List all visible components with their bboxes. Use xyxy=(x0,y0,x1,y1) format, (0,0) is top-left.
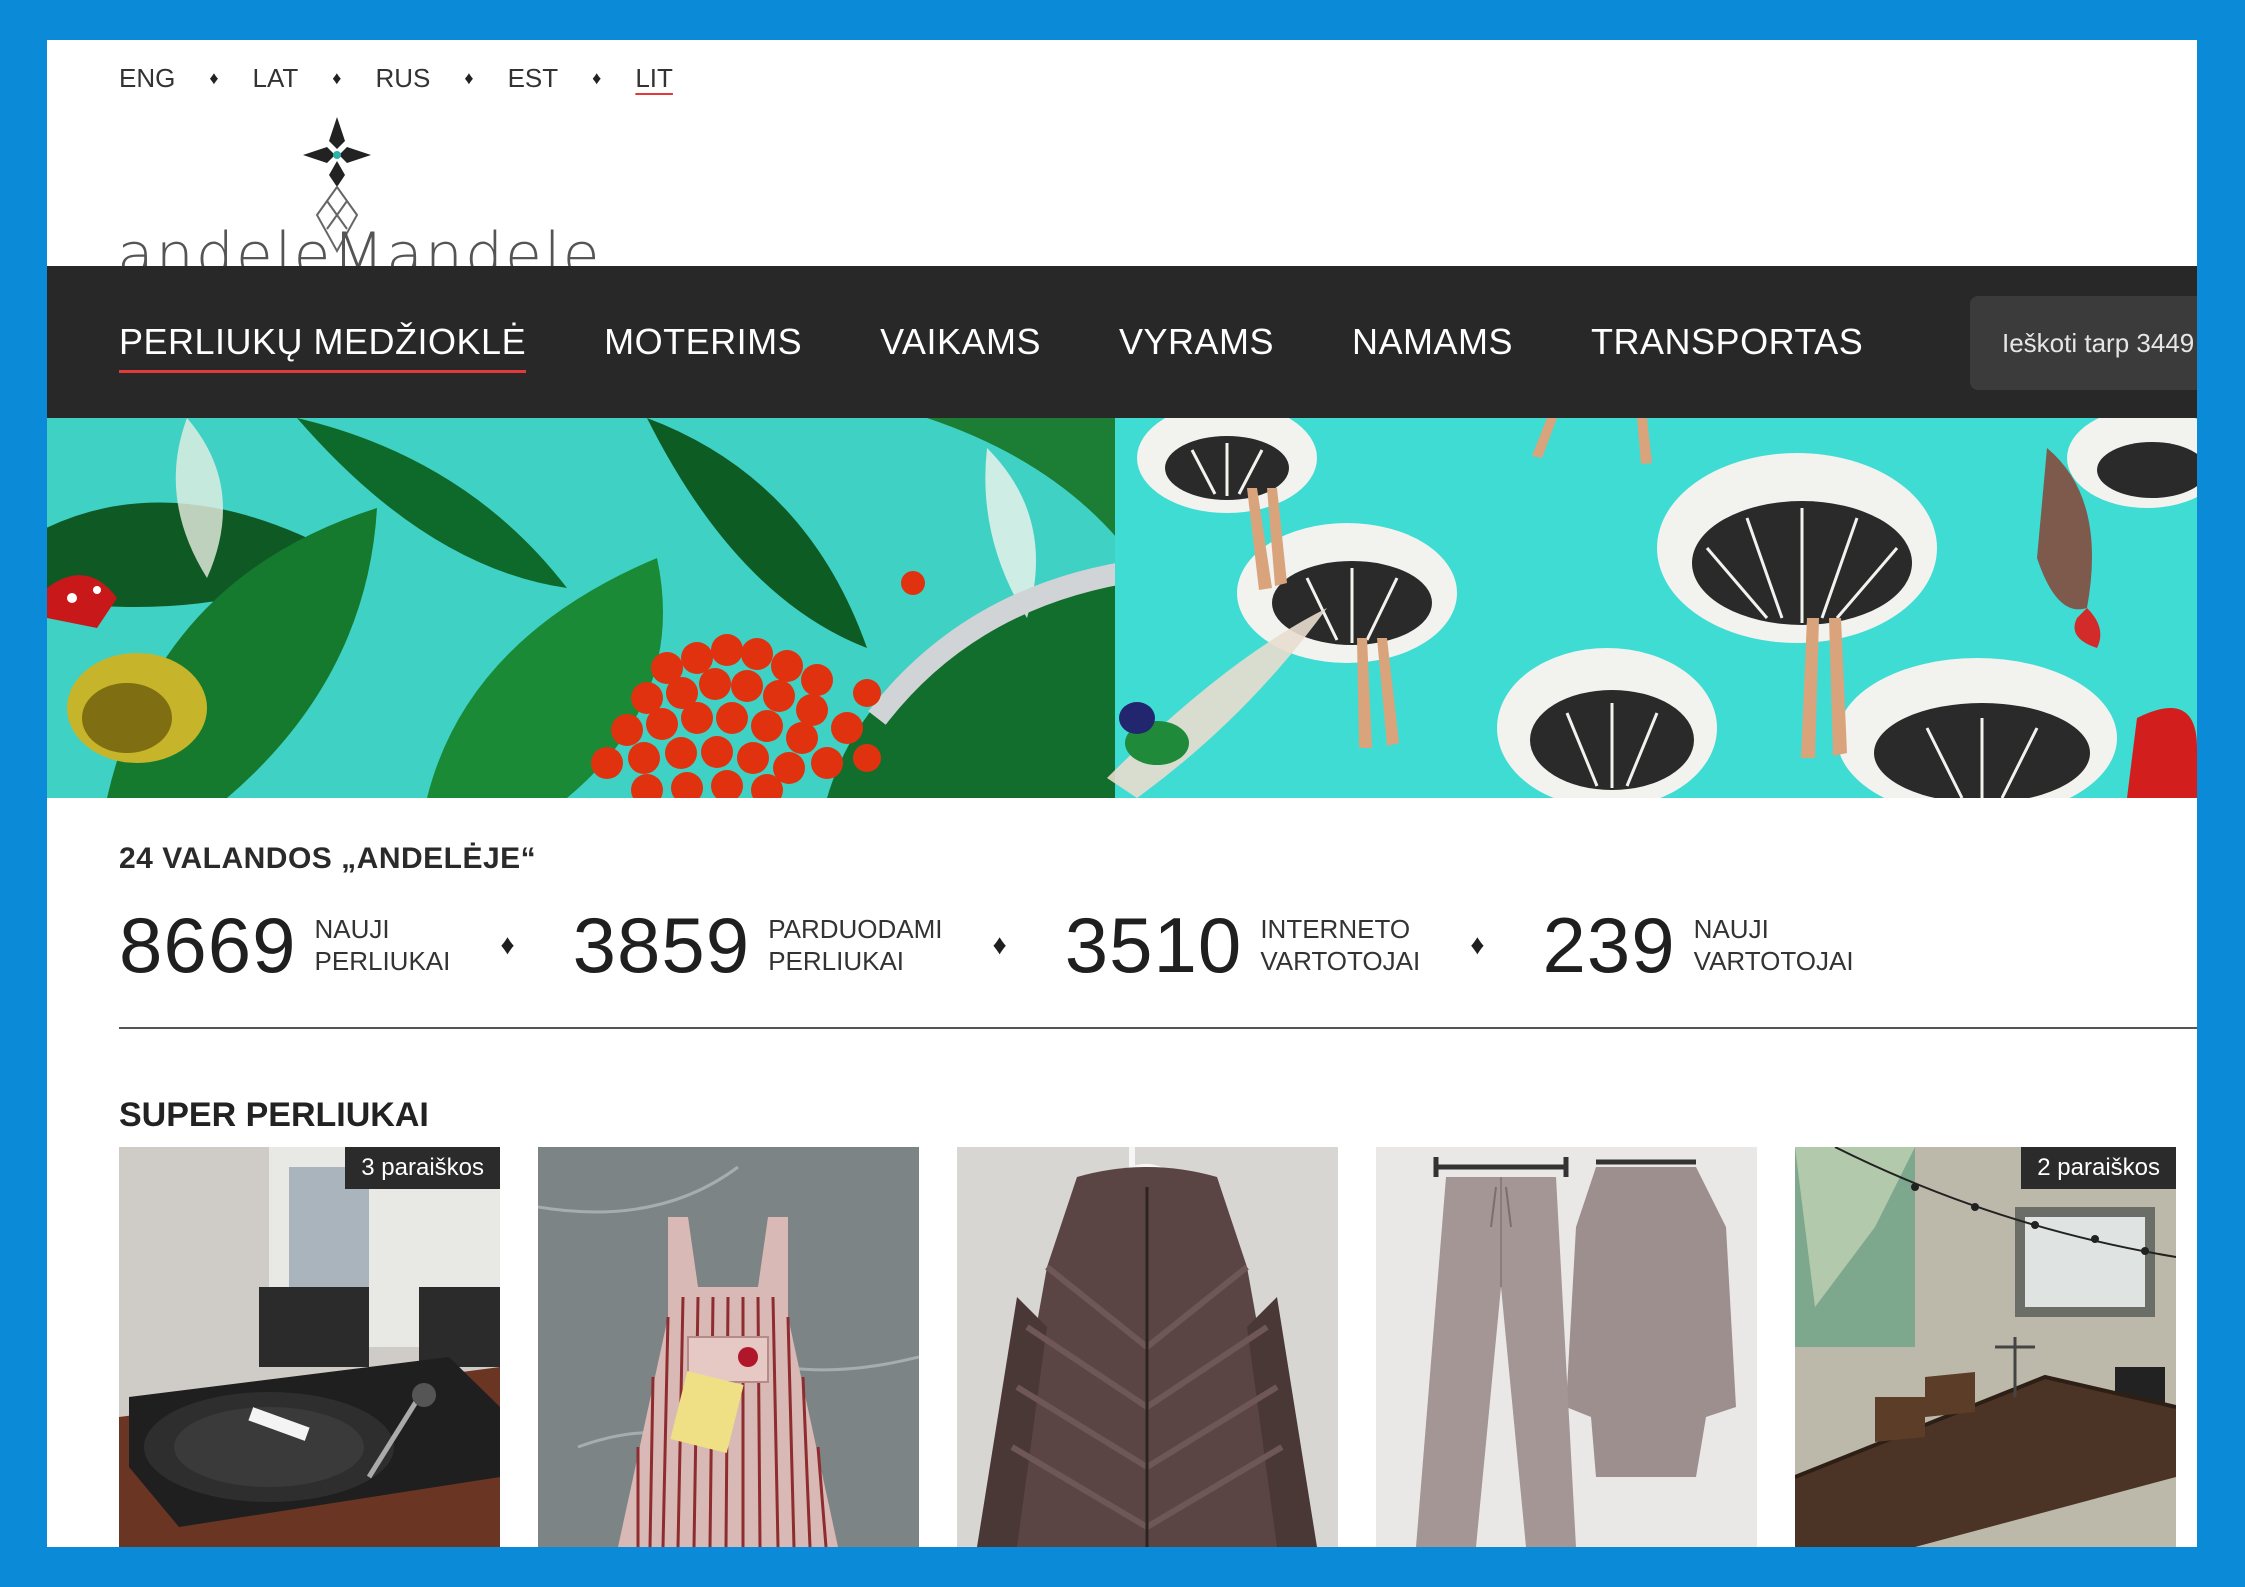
stat-new-users: 239 NAUJI VARTOTOJAI xyxy=(1543,900,1854,991)
diamond-separator-icon: ♦ xyxy=(209,67,219,88)
nav-item-moterims[interactable]: MOTERIMS xyxy=(604,321,802,363)
hero-banner-image xyxy=(47,418,2197,798)
stat-label-line: VARTOTOJAI xyxy=(1693,946,1854,976)
lang-est[interactable]: EST xyxy=(508,63,559,94)
stats-row: 8669 NAUJI PERLIUKAI ♦ 3859 PARDUODAMI PER… xyxy=(119,895,1854,995)
product-card-dining-room[interactable]: 2 paraiškos xyxy=(1795,1147,2176,1547)
stat-value: 239 xyxy=(1542,900,1676,989)
product-image-turntable xyxy=(119,1147,500,1547)
lang-rus[interactable]: RUS xyxy=(375,63,430,94)
nav-item-perliuku-medziokle[interactable]: PERLIUKŲ MEDŽIOKLĖ xyxy=(119,321,527,373)
stat-value: 3859 xyxy=(572,900,751,989)
stat-label-line: INTERNETO xyxy=(1260,914,1411,944)
diamond-separator-icon: ♦ xyxy=(1470,929,1485,960)
stat-label-line: PERLIUKAI xyxy=(768,946,905,976)
super-section-title: SUPER PERLIUKAI xyxy=(119,1096,429,1134)
diamond-separator-icon: ♦ xyxy=(592,67,602,88)
diamond-separator-icon: ♦ xyxy=(464,67,474,88)
product-image-striped-dress xyxy=(538,1147,919,1547)
stat-label-line: PARDUODAMI xyxy=(768,914,943,944)
lang-eng[interactable]: ENG xyxy=(119,63,175,94)
stat-value: 8669 xyxy=(119,900,297,989)
product-card-turntable[interactable]: 3 paraiškos xyxy=(119,1147,500,1547)
product-grid: 3 paraiškos 2 paraiškos xyxy=(119,1147,2197,1547)
product-card-knit-set[interactable] xyxy=(1376,1147,1757,1547)
stat-label-line: VARTOTOJAI xyxy=(1260,946,1421,976)
stat-label: PARDUODAMI PERLIUKAI xyxy=(768,913,942,977)
stat-label-line: NAUJI xyxy=(314,914,390,944)
page: ENG ♦ LAT ♦ RUS ♦ EST ♦ LIT andeleMandel… xyxy=(47,40,2197,1547)
nav-item-transportas[interactable]: TRANSPORTAS xyxy=(1591,321,1863,363)
diamond-separator-icon: ♦ xyxy=(992,929,1007,960)
hero-banner[interactable] xyxy=(47,418,2197,798)
product-image-fur-jacket xyxy=(957,1147,1338,1547)
main-nav: PERLIUKŲ MEDŽIOKLĖ MOTERIMS VAIKAMS VYRA… xyxy=(47,266,2197,418)
stat-label: INTERNETO VARTOTOJAI xyxy=(1260,913,1420,977)
stat-new-items: 8669 NAUJI PERLIUKAI xyxy=(119,900,450,991)
lang-lit[interactable]: LIT xyxy=(635,63,673,94)
nav-item-vaikams[interactable]: VAIKAMS xyxy=(880,321,1041,363)
nav-item-vyrams[interactable]: VYRAMS xyxy=(1119,321,1274,363)
search-input[interactable] xyxy=(1970,296,2197,390)
product-card-fur-jacket[interactable] xyxy=(957,1147,1338,1547)
stat-label-line: NAUJI xyxy=(1693,914,1769,944)
product-image-knit-set xyxy=(1376,1147,1757,1547)
applications-badge: 3 paraiškos xyxy=(345,1147,500,1189)
stats-title: 24 VALANDOS „ANDELĖJE“ xyxy=(119,842,537,875)
nav-item-namams[interactable]: NAMAMS xyxy=(1352,321,1513,363)
stat-value: 3510 xyxy=(1064,900,1243,989)
stat-online-users: 3510 INTERNETO VARTOTOJAI xyxy=(1065,900,1420,991)
section-divider xyxy=(119,1027,2197,1029)
site-logo[interactable]: andeleMandele xyxy=(117,115,600,290)
stat-label-line: PERLIUKAI xyxy=(314,946,451,976)
product-card-striped-dress[interactable] xyxy=(538,1147,919,1547)
lang-lat[interactable]: LAT xyxy=(253,63,299,94)
product-image-dining-room xyxy=(1795,1147,2176,1547)
stat-label: NAUJI PERLIUKAI xyxy=(315,913,451,977)
stat-label: NAUJI VARTOTOJAI xyxy=(1694,913,1854,977)
language-switcher: ENG ♦ LAT ♦ RUS ♦ EST ♦ LIT xyxy=(119,58,673,98)
diamond-separator-icon: ♦ xyxy=(332,67,342,88)
stat-items-for-sale: 3859 PARDUODAMI PERLIUKAI xyxy=(573,900,943,991)
applications-badge: 2 paraiškos xyxy=(2021,1147,2176,1189)
diamond-separator-icon: ♦ xyxy=(500,929,515,960)
